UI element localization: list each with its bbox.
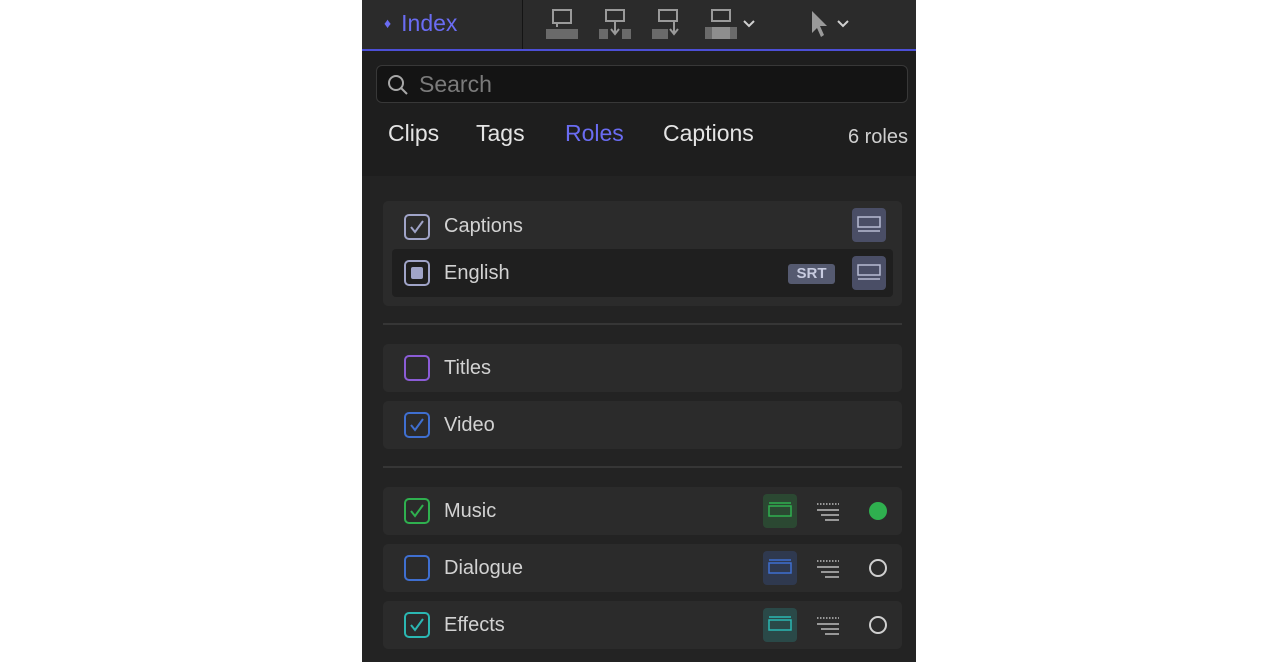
role-row-effects[interactable]: Effects [383,601,902,649]
append-clip-icon[interactable] [545,4,579,44]
caption-lane-icon[interactable] [852,256,886,290]
role-label-video: Video [444,414,495,436]
roles-list: Captions English SRT Titles Video Music … [362,176,916,662]
search-input[interactable] [417,69,897,99]
subrole-row-english[interactable]: English SRT [392,249,893,297]
music-checkbox[interactable] [404,498,430,524]
dialogue-checkbox[interactable] [404,555,430,581]
titles-checkbox[interactable] [404,355,430,381]
audio-lane-icon[interactable] [763,494,797,528]
tab-captions[interactable]: Captions [663,120,754,147]
role-row-music[interactable]: Music [383,487,902,535]
focus-dot-icon[interactable] [869,502,887,520]
checkmark-icon [410,220,424,234]
index-button[interactable]: ♦ Index [384,6,457,40]
role-row-dialogue[interactable]: Dialogue [383,544,902,592]
overwrite-clip-icon[interactable] [651,4,685,44]
chevron-down-icon[interactable] [836,17,850,31]
role-label-dialogue: Dialogue [444,557,523,579]
tab-tags[interactable]: Tags [476,120,525,147]
toolbar: ♦ Index [362,0,916,51]
subroles-list-icon[interactable] [815,502,841,522]
caption-role-group: Captions English SRT [383,201,902,306]
toolbar-divider [522,0,523,49]
checkmark-icon [410,504,424,518]
srt-badge: SRT [788,264,835,284]
toolbar-underline [362,49,916,51]
role-label-music: Music [444,500,497,522]
role-row-titles[interactable]: Titles [383,344,902,392]
search-icon [388,75,408,95]
role-row-video[interactable]: Video [383,401,902,449]
section-divider [383,323,902,325]
section-divider [383,466,902,468]
tab-roles[interactable]: Roles [565,120,624,147]
english-checkbox[interactable] [404,260,430,286]
audio-lane-icon[interactable] [763,608,797,642]
captions-checkbox[interactable] [404,214,430,240]
focus-dot-icon[interactable] [869,616,887,634]
role-count: 6 roles [847,126,908,148]
role-label-effects: Effects [444,614,505,636]
chevron-down-icon[interactable] [742,17,756,31]
role-label-english: English [444,262,510,284]
insert-clip-icon[interactable] [598,4,632,44]
tab-clips[interactable]: Clips [388,120,439,147]
video-checkbox[interactable] [404,412,430,438]
caption-lane-icon[interactable] [852,208,886,242]
effects-checkbox[interactable] [404,612,430,638]
checkmark-icon [408,359,426,377]
focus-dot-icon[interactable] [869,559,887,577]
subroles-list-icon[interactable] [815,616,841,636]
checkmark-icon [408,559,426,577]
index-label: Index [401,9,458,36]
search-field[interactable] [376,65,908,103]
checkmark-icon [410,618,424,632]
index-panel: ♦ Index Search Clips Tags Roles Captions… [362,0,916,662]
subroles-list-icon[interactable] [815,559,841,579]
role-label-captions: Captions [444,215,523,237]
audio-lane-icon[interactable] [763,551,797,585]
select-tool-icon[interactable] [808,4,850,44]
connect-clip-icon[interactable] [704,4,756,44]
checkmark-icon [410,418,424,432]
role-label-titles: Titles [444,357,492,379]
diamond-icon: ♦ [384,15,392,31]
